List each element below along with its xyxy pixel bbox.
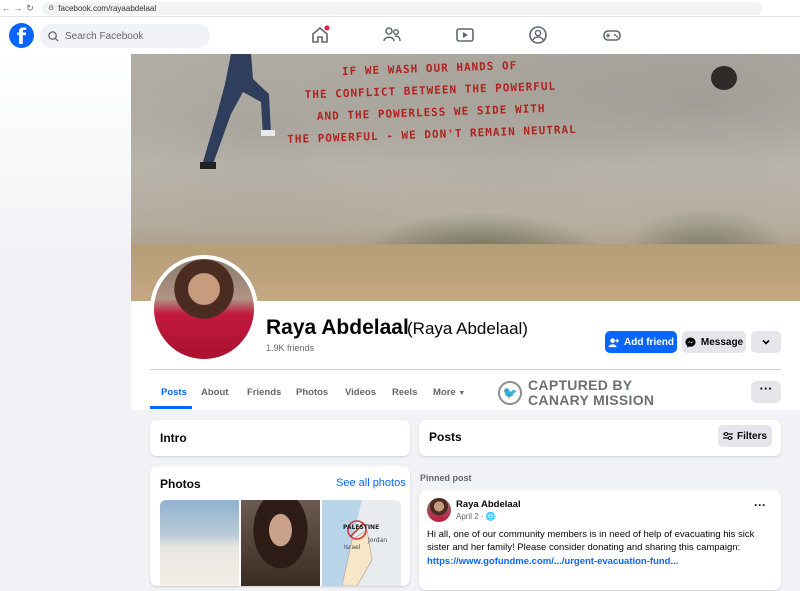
- home-icon[interactable]: [310, 25, 330, 45]
- address-bar[interactable]: ⚙ facebook.com/rayaabdelaal: [42, 1, 762, 15]
- post-author[interactable]: Raya Abdelaal: [456, 499, 521, 510]
- active-tab-indicator: [150, 406, 192, 409]
- photos-title: Photos: [160, 477, 201, 491]
- more-dots-icon: ···: [754, 498, 766, 512]
- watermark-line: CAPTURED BY: [528, 377, 633, 393]
- filters-button[interactable]: Filters: [718, 425, 772, 447]
- photo-thumbnail[interactable]: [160, 500, 239, 586]
- add-friend-label: Add friend: [624, 336, 674, 348]
- site-info-icon[interactable]: ⚙: [48, 4, 54, 12]
- post-link[interactable]: https://www.gofundme.com/.../urgent-evac…: [427, 556, 678, 567]
- tab-posts[interactable]: Posts: [161, 387, 187, 398]
- profile-menu-button[interactable]: ···: [751, 381, 781, 403]
- facebook-topbar: f Search Facebook: [0, 17, 800, 54]
- post-date[interactable]: April 2 · 🌐: [456, 512, 496, 521]
- pinned-post-label: Pinned post: [420, 473, 472, 483]
- intro-card: Intro: [150, 420, 410, 456]
- profile-name: Raya Abdelaal: [266, 316, 409, 339]
- search-icon: [48, 30, 59, 42]
- filter-sliders-icon: [722, 432, 733, 440]
- page-background: [0, 54, 131, 260]
- pinned-post-card: Raya Abdelaal April 2 · 🌐 ··· Hi all, on…: [419, 490, 781, 590]
- tab-videos[interactable]: Videos: [345, 387, 376, 398]
- profile-avatar[interactable]: [150, 255, 258, 363]
- map-thumbnail: PALESTINE Jordan Israel: [322, 500, 387, 587]
- tab-more-label: More: [433, 387, 456, 398]
- post-menu-button[interactable]: ···: [754, 498, 766, 512]
- map-label: PALESTINE: [343, 524, 379, 531]
- post-text: Hi all, one of our community members is …: [427, 529, 755, 553]
- message-label: Message: [700, 336, 744, 348]
- globe-icon: 🌐: [485, 512, 496, 521]
- photo-thumbnail[interactable]: PALESTINE Jordan Israel: [322, 500, 401, 587]
- add-person-icon: [608, 337, 619, 347]
- canary-bird-icon: 🐦: [498, 381, 522, 405]
- photo-thumbnail[interactable]: [241, 500, 320, 586]
- facebook-logo-icon[interactable]: f: [9, 23, 34, 49]
- chevron-down-icon: [762, 339, 770, 345]
- cover-wall-hole: [711, 66, 737, 90]
- intro-title: Intro: [160, 431, 187, 445]
- cover-graffiti: IF WE WASH OUR HANDS OF THE CONFLICT BET…: [285, 54, 578, 151]
- watch-icon[interactable]: [455, 25, 475, 45]
- add-friend-button[interactable]: Add friend: [605, 331, 677, 353]
- map-label: Israel: [344, 544, 361, 551]
- more-options-button[interactable]: [751, 331, 781, 353]
- forward-icon[interactable]: →: [12, 3, 24, 13]
- caret-down-icon: ▼: [458, 390, 466, 397]
- search-field[interactable]: Search Facebook: [40, 24, 210, 48]
- map-label: Jordan: [367, 537, 387, 544]
- friends-icon[interactable]: [382, 25, 402, 45]
- watermark-line: CANARY MISSION: [528, 392, 655, 408]
- gaming-icon[interactable]: [602, 25, 622, 45]
- tab-reels[interactable]: Reels: [392, 387, 417, 398]
- tab-about[interactable]: About: [201, 387, 228, 398]
- messenger-icon: [685, 336, 696, 348]
- posts-header-card: Posts Filters: [419, 420, 781, 456]
- browser-bar: ← → ↻ ⚙ facebook.com/rayaabdelaal: [0, 0, 800, 17]
- post-date-text: April 2 ·: [456, 512, 486, 521]
- back-icon[interactable]: ←: [0, 3, 12, 13]
- filters-label: Filters: [736, 430, 767, 442]
- groups-icon[interactable]: [528, 25, 548, 45]
- message-button[interactable]: Message: [682, 331, 746, 353]
- tab-photos[interactable]: Photos: [296, 387, 328, 398]
- post-author-avatar[interactable]: [427, 498, 451, 522]
- cover-climbing-figure: [200, 54, 275, 169]
- more-dots-icon: ···: [759, 381, 773, 396]
- friend-count[interactable]: 1.9K friends: [266, 343, 314, 353]
- photos-card: Photos See all photos PALESTINE Jordan I…: [150, 466, 410, 587]
- tab-more[interactable]: More ▼: [433, 387, 465, 398]
- watermark: 🐦 CAPTURED BY CANARY MISSION: [498, 378, 654, 408]
- posts-title: Posts: [429, 430, 462, 444]
- reload-icon[interactable]: ↻: [24, 3, 36, 14]
- see-all-photos-link[interactable]: See all photos: [336, 477, 406, 489]
- header-divider: [150, 369, 781, 370]
- search-placeholder: Search Facebook: [65, 30, 144, 42]
- address-text: facebook.com/rayaabdelaal: [58, 3, 157, 13]
- tab-friends[interactable]: Friends: [247, 387, 281, 398]
- profile-alternate-name: (Raya Abdelaal): [407, 319, 528, 338]
- avatar-image: [154, 259, 254, 359]
